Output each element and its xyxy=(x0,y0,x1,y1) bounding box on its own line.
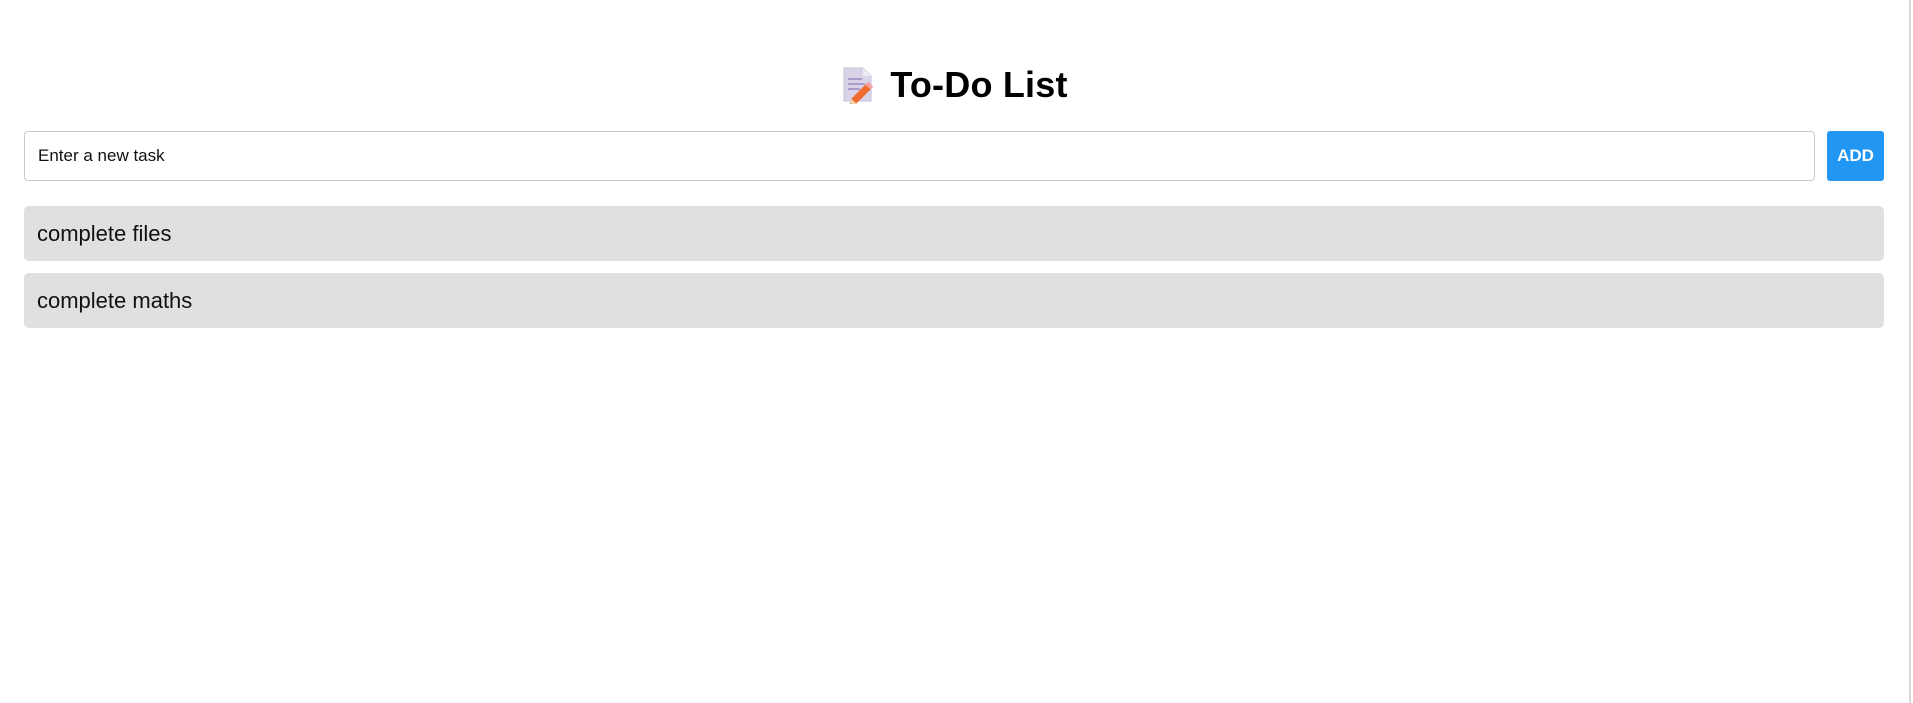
task-item[interactable]: complete maths xyxy=(24,273,1884,328)
header: To-Do List xyxy=(24,60,1884,110)
page-title: To-Do List xyxy=(890,64,1068,105)
task-input[interactable] xyxy=(24,131,1815,181)
page: To-Do List ADD complete files complete m… xyxy=(0,0,1913,703)
task-item[interactable]: complete files xyxy=(24,206,1884,261)
task-list: complete files complete maths xyxy=(24,206,1884,340)
add-task-button[interactable]: ADD xyxy=(1827,131,1884,181)
memo-pencil-icon xyxy=(840,66,876,106)
task-entry-row: ADD xyxy=(24,131,1884,181)
window-edge xyxy=(1909,0,1911,703)
